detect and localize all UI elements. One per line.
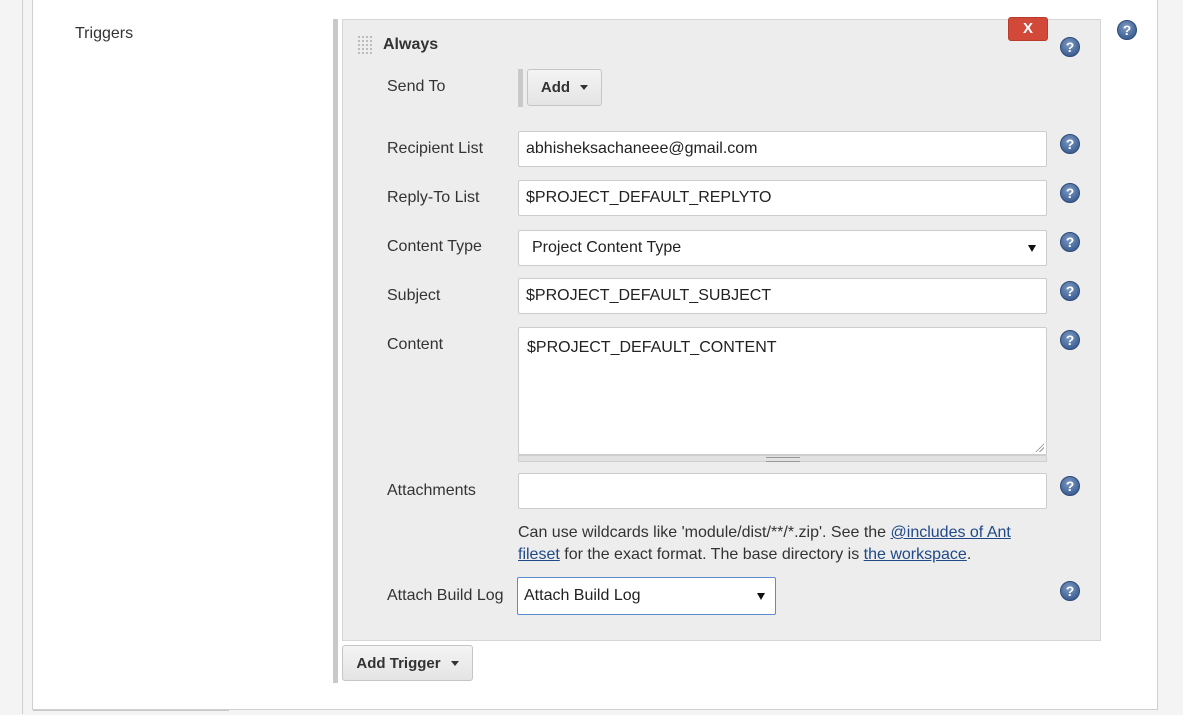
content-help-icon[interactable]: ?	[1060, 330, 1080, 350]
send-to-add-button[interactable]: Add	[527, 69, 602, 106]
workspace-link[interactable]: the workspace	[864, 546, 967, 563]
subject-label: Subject	[387, 287, 441, 304]
section-bottom-tab	[33, 710, 229, 715]
attachments-help-icon[interactable]: ?	[1060, 476, 1080, 496]
help-text-prefix: Can use wildcards like 'module/dist/**/*…	[518, 524, 891, 541]
grip-icon	[766, 457, 800, 462]
attach-build-log-select[interactable]: Attach Build Log	[517, 577, 776, 615]
reply-to-list-label: Reply-To List	[387, 189, 480, 206]
subject-help-icon[interactable]: ?	[1060, 281, 1080, 301]
triggers-label: Triggers	[75, 25, 134, 42]
chevron-down-icon	[450, 660, 459, 666]
content-textarea[interactable]: $PROJECT_DEFAULT_CONTENT	[518, 327, 1047, 455]
attach-build-log-label: Attach Build Log	[387, 587, 504, 604]
subject-input[interactable]: $PROJECT_DEFAULT_SUBJECT	[518, 278, 1047, 314]
send-to-label: Send To	[387, 78, 446, 95]
content-textarea-value: $PROJECT_DEFAULT_CONTENT	[527, 339, 777, 356]
recipient-list-input[interactable]: abhisheksachaneee@gmail.com	[518, 131, 1047, 167]
triggers-help-icon[interactable]: ?	[1117, 20, 1137, 40]
content-label: Content	[387, 336, 444, 353]
help-text-suffix: .	[966, 546, 972, 563]
textarea-expand-handle[interactable]	[518, 455, 1047, 462]
recipient-list-label: Recipient List	[387, 140, 484, 157]
chevron-down-icon	[580, 85, 589, 90]
reply-to-list-input[interactable]: $PROJECT_DEFAULT_REPLYTO	[518, 180, 1047, 216]
recipient-list-help-icon[interactable]: ?	[1060, 134, 1080, 154]
reply-to-list-help-icon[interactable]: ?	[1060, 183, 1080, 203]
add-button-label: Add	[540, 79, 571, 96]
content-type-selected-value: Project Content Type	[532, 239, 682, 256]
attachments-label: Attachments	[387, 482, 476, 499]
content-type-help-icon[interactable]: ?	[1060, 232, 1080, 252]
add-trigger-label: Add Trigger	[356, 654, 441, 672]
dropdown-arrow-icon	[757, 593, 765, 600]
content-type-label: Content Type	[387, 238, 482, 255]
resize-grip-icon[interactable]	[1034, 442, 1044, 452]
trigger-title: Always	[383, 36, 439, 53]
attach-build-log-selected-value: Attach Build Log	[524, 587, 641, 604]
attach-build-log-help-icon[interactable]: ?	[1060, 581, 1080, 601]
trigger-help-icon[interactable]: ?	[1060, 37, 1080, 57]
trigger-list-bar	[333, 19, 338, 683]
dropdown-arrow-icon	[1028, 245, 1036, 252]
delete-trigger-button[interactable]: X	[1008, 17, 1048, 41]
send-to-bar	[518, 69, 523, 107]
help-text-middle: for the exact format. The base directory…	[559, 546, 864, 563]
add-trigger-button[interactable]: Add Trigger	[342, 645, 473, 681]
content-type-select[interactable]: Project Content Type	[518, 230, 1047, 266]
attachments-input[interactable]	[518, 473, 1047, 509]
attachments-help-text: Can use wildcards like 'module/dist/**/*…	[518, 522, 1038, 566]
drag-handle-icon[interactable]	[357, 35, 373, 55]
outer-frame-line	[22, 0, 23, 714]
